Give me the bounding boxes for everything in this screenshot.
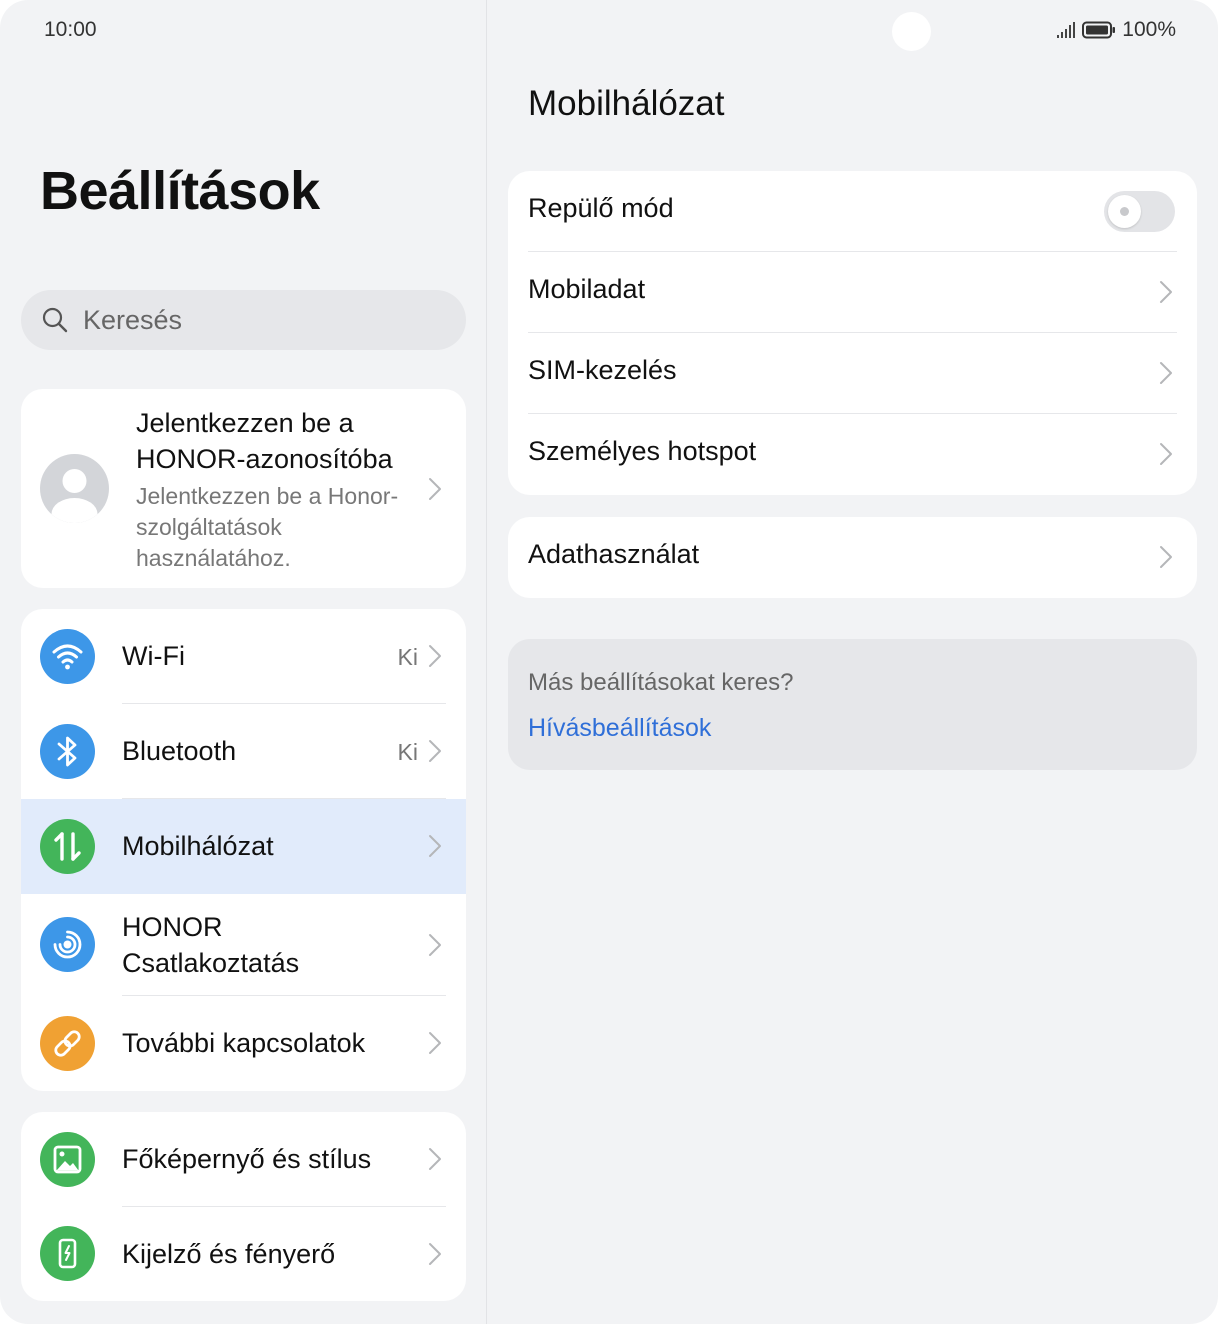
camera-cutout (892, 12, 931, 51)
mobile-data-icon-wrap (40, 819, 95, 874)
mobile-data-label: Mobiladat (528, 274, 646, 304)
bluetooth-icon (40, 724, 95, 779)
chevron-right-icon (428, 834, 442, 858)
pane-divider (486, 0, 487, 1324)
chevron-right-icon (428, 1147, 442, 1171)
bluetooth-icon-wrap (40, 724, 95, 779)
sim-management-row[interactable]: SIM-kezelés (508, 333, 1197, 414)
hint-question: Más beállításokat keres? (528, 669, 794, 696)
honor-connect-icon-wrap (40, 917, 95, 972)
more-settings-hint: Más beállításokat keres? Hívásbeállításo… (508, 639, 1197, 770)
home-screen-label: Főképernyő és stílus (122, 1144, 372, 1174)
chevron-right-icon (428, 1242, 442, 1266)
status-indicators: 100% (1056, 18, 1176, 42)
display-icon (40, 1226, 95, 1281)
wallpaper-icon (40, 1132, 95, 1187)
chevron-right-icon (1159, 442, 1173, 466)
airplane-mode-label: Repülő mód (528, 193, 674, 223)
personal-hotspot-row[interactable]: Személyes hotspot (508, 414, 1197, 495)
page-title: Beállítások (40, 161, 320, 221)
signal-icon (1056, 21, 1076, 39)
airplane-mode-toggle[interactable] (1104, 191, 1175, 232)
settings-item-wifi[interactable]: Wi-Fi Ki (21, 609, 466, 704)
honor-connect-icon (40, 917, 95, 972)
chevron-right-icon (428, 1031, 442, 1055)
settings-item-display[interactable]: Kijelző és fényerő (21, 1207, 466, 1301)
wallpaper-icon-wrap (40, 1132, 95, 1187)
link-icon-wrap (40, 1016, 95, 1071)
chevron-right-icon (1159, 361, 1173, 385)
wifi-icon (40, 629, 95, 684)
toggle-dot (1120, 207, 1129, 216)
settings-item-honor-connect[interactable]: HONOR Csatlakoztatás (21, 894, 466, 996)
search-bar[interactable] (21, 290, 466, 350)
account-card[interactable]: Jelentkezzen be a HONOR-azonosítóba Jele… (21, 389, 466, 588)
display-icon-wrap (40, 1226, 95, 1281)
detail-title: Mobilhálózat (528, 84, 725, 123)
search-input[interactable] (81, 303, 425, 337)
account-title: Jelentkezzen be a HONOR-azonosítóba (136, 408, 393, 474)
settings-item-more-connections[interactable]: További kapcsolatok (21, 996, 466, 1091)
data-usage-row[interactable]: Adathasználat (508, 517, 1197, 598)
data-usage-label: Adathasználat (528, 539, 700, 569)
personal-hotspot-label: Személyes hotspot (528, 436, 757, 466)
bluetooth-status: Ki (397, 739, 418, 765)
chevron-right-icon (428, 477, 442, 501)
link-icon (40, 1016, 95, 1071)
call-settings-link[interactable]: Hívásbeállítások (528, 714, 711, 743)
battery-percent: 100% (1122, 18, 1176, 41)
settings-item-mobile-network[interactable]: Mobilhálózat (21, 799, 466, 894)
avatar (40, 454, 109, 523)
bluetooth-label: Bluetooth (122, 736, 237, 766)
chevron-right-icon (428, 644, 442, 668)
chevron-right-icon (428, 739, 442, 763)
wifi-icon-wrap (40, 629, 95, 684)
wifi-status: Ki (397, 644, 418, 670)
search-icon (42, 307, 68, 333)
more-connections-label: További kapcsolatok (122, 1028, 366, 1058)
account-subtitle: Jelentkezzen be a Honor-szolgáltatások h… (136, 483, 399, 571)
chevron-right-icon (1159, 280, 1173, 304)
connectivity-group: Wi-Fi Ki Bluetooth Ki Mobilhálózat HONOR… (21, 609, 466, 1091)
mobile-network-card: Repülő mód Mobiladat SIM-kezelés Személy… (508, 171, 1197, 495)
mobile-network-label: Mobilhálózat (122, 831, 274, 861)
display-group: Főképernyő és stílus Kijelző és fényerő (21, 1112, 466, 1301)
honor-connect-label: HONOR Csatlakoztatás (122, 912, 300, 978)
settings-list-pane: Beállítások Jelentkezzen be a HONOR-azon… (0, 0, 486, 1324)
airplane-mode-row[interactable]: Repülő mód (508, 171, 1197, 252)
wifi-label: Wi-Fi (122, 641, 185, 671)
screen: 10:00 100% Beállítások Keresés Jelentkez… (0, 0, 1218, 1324)
settings-item-bluetooth[interactable]: Bluetooth Ki (21, 704, 466, 799)
chevron-right-icon (1159, 545, 1173, 569)
battery-icon (1082, 21, 1116, 39)
mobile-data-row[interactable]: Mobiladat (508, 252, 1197, 333)
chevron-right-icon (428, 933, 442, 957)
mobile-data-icon (40, 819, 95, 874)
display-label: Kijelző és fényerő (122, 1239, 336, 1269)
data-usage-card: Adathasználat (508, 517, 1197, 598)
sim-management-label: SIM-kezelés (528, 355, 677, 385)
settings-item-home-screen[interactable]: Főképernyő és stílus (21, 1112, 466, 1207)
